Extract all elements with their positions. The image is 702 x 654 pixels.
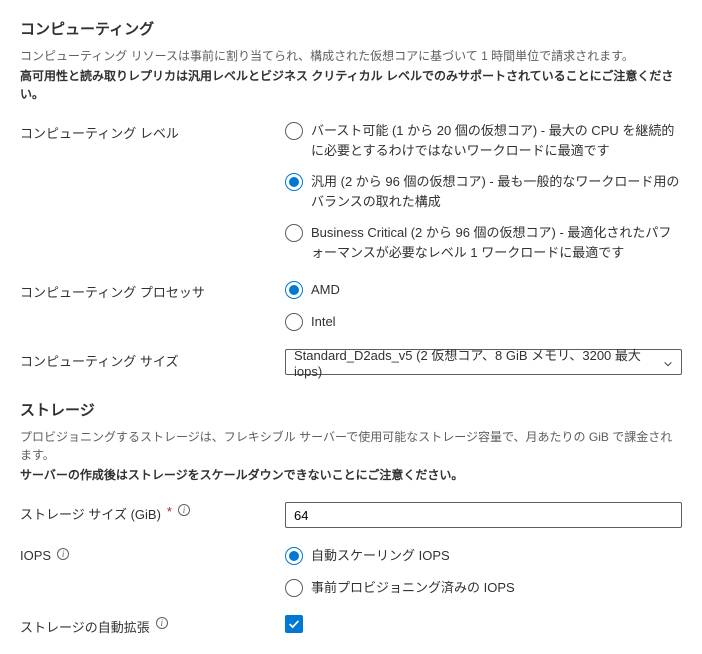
storage-section-title: ストレージ bbox=[20, 399, 682, 420]
compute-section-title: コンピューティング bbox=[20, 18, 682, 39]
required-asterisk: * bbox=[167, 504, 172, 519]
radio-icon bbox=[285, 224, 303, 242]
storage-description-bold: サーバーの作成後はストレージをスケールダウンできないことにご注意ください。 bbox=[20, 468, 463, 482]
radio-icon bbox=[285, 313, 303, 331]
check-icon bbox=[287, 617, 301, 631]
compute-tier-general[interactable]: 汎用 (2 から 96 個の仮想コア) - 最も一般的なワークロード用のバランス… bbox=[285, 172, 682, 211]
iops-preprovisioned[interactable]: 事前プロビジョニング済みの IOPS bbox=[285, 578, 682, 598]
info-icon[interactable]: i bbox=[57, 548, 69, 560]
compute-processor-intel-text: Intel bbox=[311, 312, 336, 332]
compute-size-select[interactable]: Standard_D2ads_v5 (2 仮想コア、8 GiB メモリ、3200… bbox=[285, 349, 682, 375]
compute-processor-label: コンピューティング プロセッサ bbox=[20, 280, 285, 331]
iops-preprovisioned-text: 事前プロビジョニング済みの IOPS bbox=[311, 578, 515, 598]
compute-tier-general-text: 汎用 (2 から 96 個の仮想コア) - 最も一般的なワークロード用のバランス… bbox=[311, 172, 682, 211]
iops-label: IOPS i bbox=[20, 546, 285, 597]
info-icon[interactable]: i bbox=[156, 617, 168, 629]
compute-tier-burstable-text: バースト可能 (1 から 20 個の仮想コア) - 最大の CPU を継続的に必… bbox=[311, 121, 682, 160]
radio-icon bbox=[285, 547, 303, 565]
compute-tier-business-critical-text: Business Critical (2 から 96 個の仮想コア) - 最適化… bbox=[311, 223, 682, 262]
info-icon[interactable]: i bbox=[178, 504, 190, 516]
compute-tier-business-critical[interactable]: Business Critical (2 から 96 個の仮想コア) - 最適化… bbox=[285, 223, 682, 262]
compute-processor-amd-text: AMD bbox=[311, 280, 340, 300]
chevron-down-icon bbox=[663, 357, 673, 367]
storage-autogrow-label: ストレージの自動拡張 i bbox=[20, 615, 285, 636]
compute-description: コンピューティング リソースは事前に割り当てられ、構成された仮想コアに基づいて … bbox=[20, 47, 682, 65]
compute-tier-burstable[interactable]: バースト可能 (1 から 20 個の仮想コア) - 最大の CPU を継続的に必… bbox=[285, 121, 682, 160]
radio-icon bbox=[285, 173, 303, 191]
compute-description-bold: 高可用性と読み取りレプリカは汎用レベルとビジネス クリティカル レベルでのみサポ… bbox=[20, 69, 673, 101]
compute-processor-intel[interactable]: Intel bbox=[285, 312, 682, 332]
compute-tier-label: コンピューティング レベル bbox=[20, 121, 285, 262]
radio-icon bbox=[285, 579, 303, 597]
storage-autogrow-checkbox[interactable] bbox=[285, 615, 303, 633]
compute-size-label: コンピューティング サイズ bbox=[20, 349, 285, 375]
compute-processor-amd[interactable]: AMD bbox=[285, 280, 682, 300]
radio-icon bbox=[285, 281, 303, 299]
compute-size-value: Standard_D2ads_v5 (2 仮想コア、8 GiB メモリ、3200… bbox=[294, 345, 663, 379]
storage-description: プロビジョニングするストレージは、フレキシブル サーバーで使用可能なストレージ容… bbox=[20, 428, 682, 464]
radio-icon bbox=[285, 122, 303, 140]
storage-size-input[interactable] bbox=[285, 502, 682, 528]
storage-size-label: ストレージ サイズ (GiB)* i bbox=[20, 502, 285, 528]
